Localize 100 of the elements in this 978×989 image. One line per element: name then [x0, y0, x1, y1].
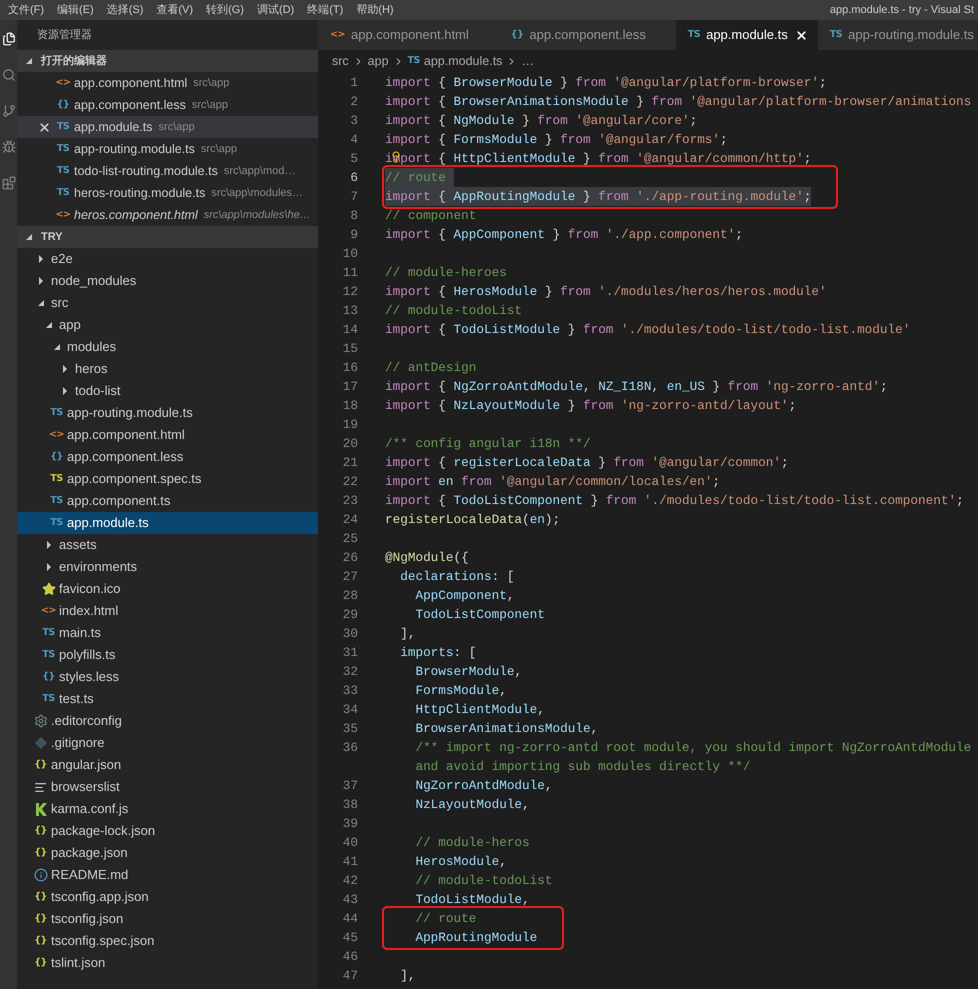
typescript-icon: TS — [56, 166, 70, 176]
folder-item[interactable]: src — [17, 292, 318, 314]
editor-tab[interactable]: TS app-routing.module.ts — [818, 20, 978, 50]
code-line: import { BrowserModule } from '@angular/platform-browser'; — [385, 74, 827, 92]
breadcrumb-item[interactable]: src — [332, 52, 349, 70]
file-item[interactable]: {} package-lock.json — [17, 820, 318, 842]
file-item[interactable]: {} tslint.json — [17, 952, 318, 974]
file-item[interactable]: README.md — [17, 864, 318, 886]
folder-item[interactable]: app — [17, 314, 318, 336]
files-icon[interactable] — [2, 32, 16, 46]
open-editor-item[interactable]: TS heros-routing.module.ts src\app\modules… — [17, 182, 318, 204]
code-line: import { NgModule } from '@angular/core'; — [385, 112, 698, 130]
file-item[interactable]: favicon.ico — [17, 578, 318, 600]
menu-item[interactable]: 转到(G) — [206, 2, 244, 18]
open-editor-item[interactable]: {} app.component.less src\app — [17, 94, 318, 116]
code-line: import { TodoListModule } from './modules/todo-list/todo-list.module' — [385, 321, 910, 339]
open-editor-item[interactable]: TS app-routing.module.ts src\app — [17, 138, 318, 160]
code-brackets-icon: <> — [41, 606, 56, 616]
file-path: src\app — [158, 120, 195, 135]
curly-braces-icon: {} — [34, 848, 47, 858]
file-item[interactable]: TS app-routing.module.ts — [17, 402, 318, 424]
section-header[interactable]: TRY — [17, 226, 318, 248]
branch-icon[interactable] — [2, 104, 16, 118]
close-icon[interactable] — [38, 120, 50, 134]
code-line: import { NgZorroAntdModule, NZ_I18N, en_US } from 'ng-zorro-antd'; — [385, 378, 888, 396]
file-item[interactable]: <> index.html — [17, 600, 318, 622]
code-line: // module-todoList — [414, 872, 553, 890]
editor-tab[interactable]: {} app.component.less — [498, 20, 676, 50]
code-line: HerosModule, — [414, 853, 507, 871]
curly-braces-icon: {} — [50, 452, 63, 462]
file-item[interactable]: TS app.module.ts — [17, 512, 318, 534]
file-item[interactable]: <> app.component.html — [17, 424, 318, 446]
folder-item[interactable]: node_modules — [17, 270, 318, 292]
file-item[interactable]: TS polyfills.ts — [17, 644, 318, 666]
line-number: 29 — [342, 606, 358, 624]
folder-item[interactable]: e2e — [17, 248, 318, 270]
menu-item[interactable]: 终端(T) — [307, 2, 344, 18]
line-number: 21 — [342, 454, 358, 472]
search-icon[interactable] — [2, 68, 16, 82]
folder-item[interactable]: heros — [17, 358, 318, 380]
menu-item[interactable]: 编辑(E) — [57, 2, 94, 18]
menu-item[interactable]: 选择(S) — [106, 2, 144, 18]
folder-item[interactable]: environments — [17, 556, 318, 578]
file-item[interactable]: {} app.component.less — [17, 446, 318, 468]
code-line: // antDesign — [385, 359, 476, 377]
bug-icon[interactable] — [2, 140, 16, 154]
gear-icon — [34, 714, 48, 728]
line-number: 16 — [342, 359, 358, 377]
file-item[interactable]: {} tsconfig.spec.json — [17, 930, 318, 952]
open-editor-item[interactable]: <> heros.component.html src\app\modules\he… — [17, 204, 318, 226]
file-item[interactable]: TS main.ts — [17, 622, 318, 644]
file-item[interactable]: karma.conf.js — [17, 798, 318, 820]
file-item[interactable]: TS test.ts — [17, 688, 318, 710]
section-header[interactable]: 打开的编辑器 — [17, 50, 318, 72]
code-line: ], — [399, 967, 416, 985]
lightbulb-icon[interactable] — [390, 151, 402, 163]
code-line: // module-todoList — [385, 302, 522, 320]
curly-braces-icon: {} — [34, 892, 47, 902]
line-number: 24 — [342, 511, 358, 529]
typescript-icon: TS — [56, 144, 70, 154]
folder-item[interactable]: assets — [17, 534, 318, 556]
caret-icon — [60, 365, 68, 373]
file-item[interactable]: {} angular.json — [17, 754, 318, 776]
file-item[interactable]: browserslist — [17, 776, 318, 798]
file-item[interactable]: {} tsconfig.app.json — [17, 886, 318, 908]
menu-item[interactable]: 查看(V) — [156, 2, 194, 18]
file-item[interactable]: TS app.component.spec.ts — [17, 468, 318, 490]
code-line: import { FormsModule } from '@angular/forms'; — [385, 131, 728, 149]
line-number: 11 — [342, 264, 358, 282]
code-line: AppComponent, — [414, 587, 514, 605]
close-icon[interactable] — [795, 28, 808, 42]
code-line: import { BrowserAnimationsModule } from '@angular/platform-browser/animations — [385, 93, 972, 111]
folder-item[interactable]: modules — [17, 336, 318, 358]
open-editor-item[interactable]: TS todo-list-routing.module.ts src\app\mod… — [17, 160, 318, 182]
code-line: /** config angular i18n **/ — [385, 435, 591, 453]
file-item[interactable]: .editorconfig — [17, 710, 318, 732]
breadcrumb-item[interactable]: app — [368, 52, 389, 70]
code-line: HttpClientModule, — [414, 701, 545, 719]
extensions-icon[interactable] — [2, 176, 16, 190]
folder-item[interactable]: todo-list — [17, 380, 318, 402]
file-item[interactable]: {} styles.less — [17, 666, 318, 688]
curly-braces-icon: {} — [56, 100, 70, 110]
breadcrumb-item[interactable]: app.module.ts — [424, 52, 502, 70]
file-item[interactable]: .gitignore — [17, 732, 318, 754]
menu-item[interactable]: 调试(D) — [256, 2, 294, 18]
typescript-icon: TS — [50, 518, 63, 528]
breadcrumb-item[interactable]: … — [521, 52, 534, 70]
curly-braces-icon: {} — [34, 826, 47, 836]
file-item[interactable]: TS app.component.ts — [17, 490, 318, 512]
line-number: 34 — [342, 701, 358, 719]
editor-tab[interactable]: TS app.module.ts — [676, 20, 818, 50]
open-editor-item[interactable]: <> app.component.html src\app — [17, 72, 318, 94]
code-line: // module-heroes — [385, 264, 507, 282]
file-item[interactable]: {} tsconfig.json — [17, 908, 318, 930]
file-item[interactable]: {} package.json — [17, 842, 318, 864]
menu-item[interactable]: 帮助(H) — [356, 2, 394, 18]
editor-tab[interactable]: <> app.component.html — [318, 20, 499, 50]
code-line: import { NzLayoutModule } from 'ng-zorro-antd/layout'; — [385, 397, 796, 415]
open-editor-item[interactable]: TS app.module.ts src\app — [17, 116, 318, 138]
menu-item[interactable]: 文件(F) — [8, 2, 44, 18]
